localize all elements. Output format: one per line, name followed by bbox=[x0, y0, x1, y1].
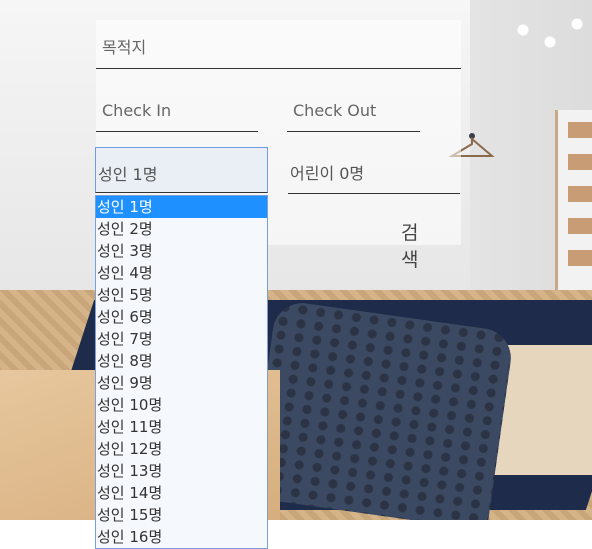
children-select[interactable]: 어린이 0명 bbox=[288, 150, 460, 194]
dropdown-option[interactable]: 성인 12명 bbox=[96, 438, 267, 460]
children-select-value: 어린이 0명 bbox=[290, 164, 365, 183]
dropdown-option[interactable]: 성인 1명 bbox=[96, 196, 267, 218]
dropdown-option[interactable]: 성인 13명 bbox=[96, 460, 267, 482]
dropdown-option[interactable]: 성인 2명 bbox=[96, 218, 267, 240]
chair bbox=[249, 299, 515, 520]
ceiling-lamp bbox=[505, 0, 592, 60]
dropdown-option[interactable]: 성인 11명 bbox=[96, 416, 267, 438]
dropdown-option[interactable]: 성인 6명 bbox=[96, 306, 267, 328]
adults-dropdown-list[interactable]: 성인 1명 성인 2명 성인 3명 성인 4명 성인 5명 성인 6명 성인 7명 성인 8명… bbox=[95, 195, 268, 549]
dropdown-option[interactable]: 성인 7명 bbox=[96, 328, 267, 350]
dropdown-option[interactable]: 성인 8명 bbox=[96, 350, 267, 372]
dropdown-option[interactable]: 성인 15명 bbox=[96, 504, 267, 526]
door bbox=[555, 110, 592, 300]
adults-select[interactable]: 성인 1명 bbox=[95, 147, 268, 193]
search-button[interactable]: 검 색 bbox=[395, 218, 455, 271]
destination-input[interactable] bbox=[96, 26, 461, 69]
checkin-input[interactable] bbox=[96, 89, 258, 132]
dropdown-option[interactable]: 성인 4명 bbox=[96, 262, 267, 284]
checkout-input[interactable] bbox=[287, 89, 420, 132]
adults-select-value: 성인 1명 bbox=[98, 165, 158, 184]
dropdown-option[interactable]: 성인 10명 bbox=[96, 394, 267, 416]
dropdown-option[interactable]: 성인 16명 bbox=[96, 526, 267, 548]
dropdown-option[interactable]: 성인 9명 bbox=[96, 372, 267, 394]
dropdown-option[interactable]: 성인 5명 bbox=[96, 284, 267, 306]
dropdown-option[interactable]: 성인 3명 bbox=[96, 240, 267, 262]
dropdown-option[interactable]: 성인 14명 bbox=[96, 482, 267, 504]
